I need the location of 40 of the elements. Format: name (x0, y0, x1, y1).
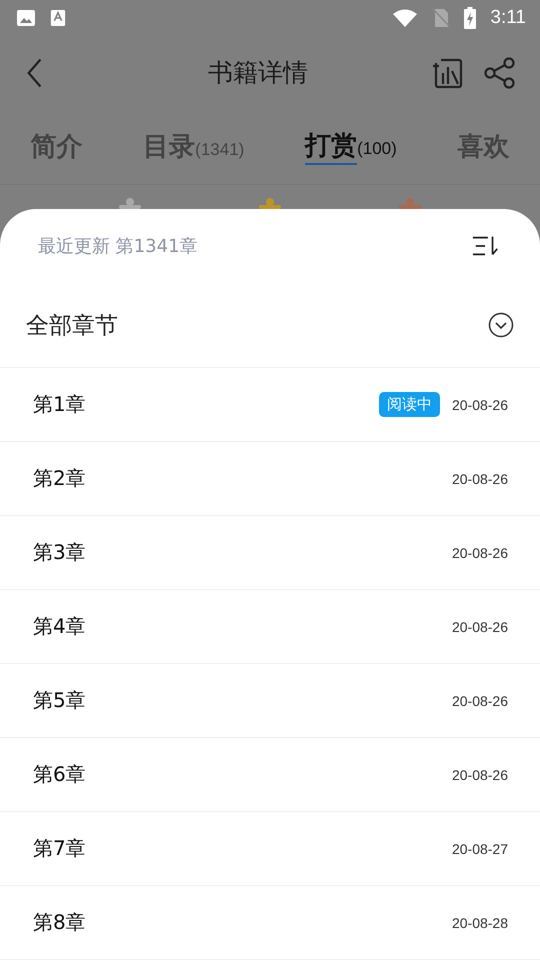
section-title: 全部章节 (26, 312, 118, 340)
back-button[interactable] (26, 56, 44, 89)
chapter-title: 第6章 (33, 761, 87, 788)
chapter-item[interactable]: 第7章 20-08-27 (0, 812, 540, 886)
tab[interactable]: 打赏(100) (305, 122, 397, 172)
page-title: 书籍详情 (207, 57, 309, 90)
chapter-item[interactable]: 第4章 20-08-26 (0, 590, 540, 664)
chapter-title: 第1章 (33, 391, 87, 418)
chapter-date: 20-08-26 (452, 766, 508, 782)
sort-button[interactable] (472, 234, 500, 258)
chapter-date: 20-08-26 (452, 618, 508, 634)
chapter-item[interactable]: 第6章 20-08-26 (0, 738, 540, 812)
chapter-date: 20-08-26 (452, 470, 508, 486)
latest-update: 最近更新 第1341章 (38, 235, 198, 258)
chapter-item[interactable]: 第1章 阅读中 20-08-26 (0, 368, 540, 442)
chapter-title: 第3章 (33, 539, 87, 566)
chapter-title: 第5章 (33, 687, 87, 714)
chapter-title: 第8章 (33, 909, 87, 936)
chapter-date: 20-08-26 (452, 544, 508, 560)
reading-badge: 阅读中 (378, 392, 440, 417)
chart-add-button[interactable] (432, 56, 464, 89)
status-time: 3:11 (490, 6, 526, 29)
chapter-title: 第2章 (33, 465, 87, 492)
battery-icon (464, 6, 476, 29)
wifi-icon (392, 8, 418, 28)
chapter-date: 20-08-26 (452, 396, 508, 412)
chapter-title: 第7章 (33, 835, 87, 862)
chapter-date: 20-08-26 (452, 692, 508, 708)
no-sim-icon (432, 8, 450, 28)
chapter-item[interactable]: 第3章 20-08-26 (0, 516, 540, 590)
chapter-item[interactable]: 第2章 20-08-26 (0, 442, 540, 516)
chapter-date: 20-08-27 (452, 840, 508, 856)
chapter-item[interactable]: 第8章 20-08-28 (0, 886, 540, 960)
chapter-date: 20-08-28 (452, 914, 508, 930)
text-icon (50, 8, 66, 27)
chapter-item[interactable]: 第5章 20-08-26 (0, 664, 540, 738)
share-button[interactable] (484, 56, 516, 89)
chapter-title: 第4章 (33, 613, 87, 640)
expand-button[interactable] (488, 312, 514, 338)
image-icon (16, 8, 36, 28)
